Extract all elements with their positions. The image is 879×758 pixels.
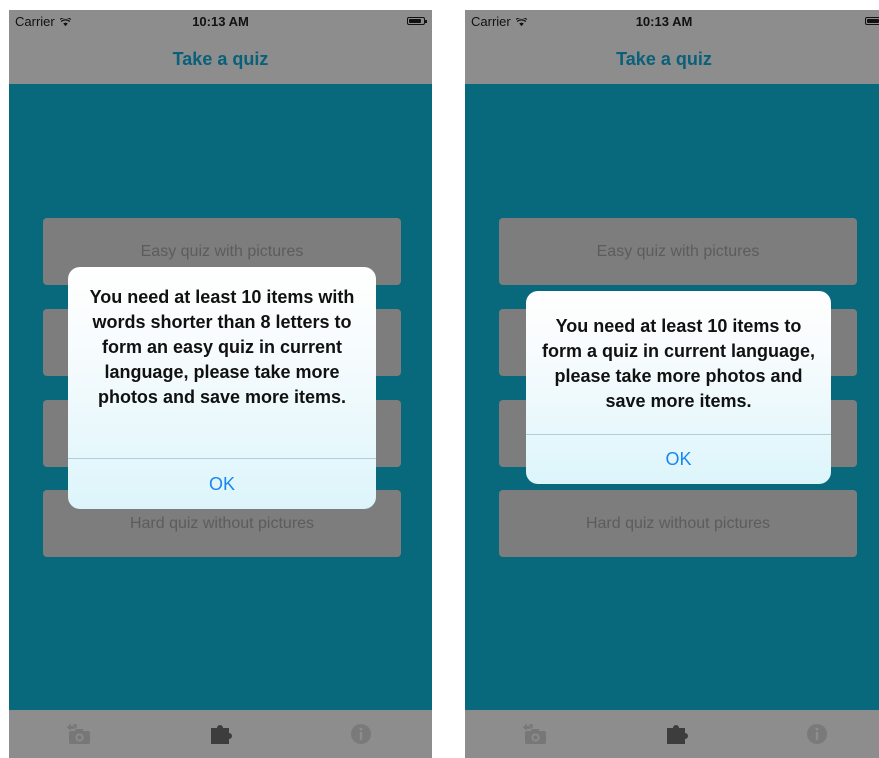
battery-icon xyxy=(865,17,879,25)
phone-screen-left: Carrier 10:13 AM Take a quiz Easy quiz w… xyxy=(9,10,432,758)
ok-button[interactable]: OK xyxy=(68,459,376,509)
info-icon[interactable] xyxy=(347,722,375,746)
puzzle-piece-icon[interactable] xyxy=(663,722,691,746)
hard-quiz-without-pictures-button[interactable]: Hard quiz without pictures xyxy=(499,490,857,557)
page-title: Take a quiz xyxy=(616,49,712,69)
alert-dialog: You need at least 10 items with words sh… xyxy=(68,267,376,509)
status-bar: Carrier 10:13 AM xyxy=(9,10,432,32)
puzzle-piece-icon[interactable] xyxy=(207,722,235,746)
add-photo-icon[interactable] xyxy=(521,722,549,746)
ok-button[interactable]: OK xyxy=(526,435,831,484)
easy-quiz-with-pictures-button[interactable]: Easy quiz with pictures xyxy=(499,218,857,285)
status-time: 10:13 AM xyxy=(635,14,693,29)
status-time: 10:13 AM xyxy=(192,14,249,29)
alert-dialog: You need at least 10 items to form a qui… xyxy=(526,291,831,484)
tab-bar xyxy=(465,710,879,758)
tab-bar xyxy=(9,710,432,758)
alert-message: You need at least 10 items to form a qui… xyxy=(541,316,816,411)
page-title: Take a quiz xyxy=(172,49,269,69)
add-photo-icon[interactable] xyxy=(65,722,93,746)
battery-icon xyxy=(407,17,427,25)
phone-screen-right: Carrier 10:13 AM Take a quiz Easy quiz w… xyxy=(465,10,879,758)
info-icon[interactable] xyxy=(803,722,831,746)
alert-message: You need at least 10 items with words sh… xyxy=(89,287,355,407)
status-bar: Carrier 10:13 AM xyxy=(465,10,879,32)
